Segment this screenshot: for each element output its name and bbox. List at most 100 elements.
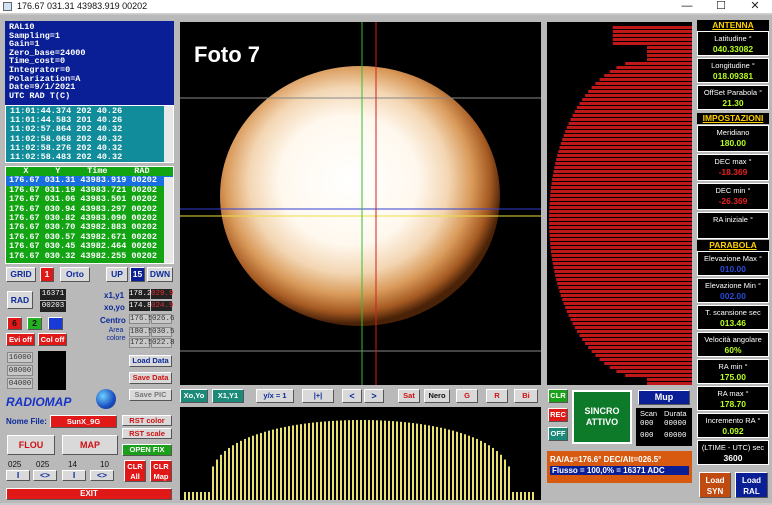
mup-button[interactable]: Mup bbox=[638, 390, 690, 405]
profile-bar bbox=[582, 98, 692, 101]
info-line: UTC RAD T(C) bbox=[9, 90, 71, 101]
profile-bar bbox=[577, 330, 692, 333]
profile-bar bbox=[604, 362, 692, 365]
evi-off-button[interactable]: Evi off bbox=[6, 333, 35, 346]
rst-color-button[interactable]: RST color bbox=[122, 415, 172, 426]
elev-max-box[interactable]: Elevazione Max ° 010.00 bbox=[697, 251, 769, 276]
next-button[interactable]: > bbox=[364, 389, 384, 403]
profile-bar bbox=[599, 358, 692, 361]
latitude-box[interactable]: Latitudine ° 040.33082 bbox=[697, 31, 769, 56]
table-scrollbar[interactable] bbox=[164, 177, 173, 263]
load-data-button[interactable]: Load Data bbox=[129, 355, 172, 367]
ra-min-box[interactable]: RA min ° 175.00 bbox=[697, 359, 769, 384]
map-button[interactable]: MAP bbox=[62, 435, 118, 455]
grid-button[interactable]: GRID bbox=[6, 267, 36, 282]
profile-bar bbox=[554, 270, 692, 273]
arrows-button[interactable]: <> bbox=[33, 470, 57, 481]
dec-min-box[interactable]: DEC min ° -26.369 bbox=[697, 183, 769, 210]
meridiano-box[interactable]: Meridiano 180.00 bbox=[697, 125, 769, 152]
up-value[interactable]: 15 bbox=[130, 267, 145, 282]
x1y1-b: 029.9 bbox=[151, 289, 174, 299]
sat-button[interactable]: Sat bbox=[398, 389, 420, 403]
profile-bar bbox=[552, 174, 692, 177]
up-button[interactable]: UP bbox=[106, 267, 128, 282]
position-readout: RA/Az=176.6° DEC/Alt=026.5° bbox=[550, 455, 662, 464]
down-button[interactable]: DWN bbox=[147, 267, 173, 282]
log-list[interactable]: 11:01:44.374 202 40.26 11:01:44.583 201 … bbox=[5, 105, 174, 163]
g-button[interactable]: G bbox=[456, 389, 478, 403]
rad-button[interactable]: RAD bbox=[7, 291, 33, 309]
save-data-button[interactable]: Save Data bbox=[129, 372, 172, 384]
profile-bar bbox=[252, 435, 254, 500]
elev-min-box[interactable]: Elevazione Min ° 002.00 bbox=[697, 278, 769, 303]
i-button[interactable]: I bbox=[6, 470, 30, 481]
profile-bar bbox=[560, 294, 692, 297]
elev-min-value: 002.00 bbox=[720, 291, 746, 301]
info-panel: RAL10 Sampling=1 Gain=1 Zero_base=24000 … bbox=[5, 21, 174, 105]
profile-bar bbox=[549, 198, 692, 201]
clr-map-button[interactable]: CLR Map bbox=[150, 460, 172, 482]
profile-bar bbox=[324, 421, 326, 500]
rad-value-1: 16371 bbox=[40, 289, 66, 300]
close-button[interactable]: ✕ bbox=[738, 0, 772, 14]
file-name-label: Nome File: bbox=[6, 417, 47, 426]
log-scrollbar[interactable] bbox=[164, 106, 173, 162]
profile-bar bbox=[396, 421, 398, 500]
orto-button[interactable]: Orto bbox=[60, 267, 90, 282]
off-button[interactable]: OFF bbox=[548, 427, 568, 441]
color-6-box[interactable]: 6 bbox=[7, 317, 22, 330]
profile-bar bbox=[551, 254, 692, 257]
minimize-button[interactable]: — bbox=[670, 0, 704, 14]
velocity-box[interactable]: Velocità angolare 60% bbox=[697, 332, 769, 357]
ra-max-box[interactable]: RA max ° 178.70 bbox=[697, 386, 769, 411]
profile-bar bbox=[236, 442, 238, 500]
ltime-box[interactable]: (LTIME - UTC) sec 3600 bbox=[697, 440, 769, 465]
i-button[interactable]: I bbox=[62, 470, 86, 481]
load-ral-button[interactable]: Load RAL bbox=[735, 472, 768, 498]
nero-button[interactable]: Nero bbox=[424, 389, 450, 403]
longitude-box[interactable]: Longitudine ° 018.09381 bbox=[697, 58, 769, 83]
col-off-button[interactable]: Col off bbox=[38, 333, 67, 346]
radio-map-image[interactable]: Foto 7 bbox=[180, 22, 541, 385]
ra-iniziale-box[interactable]: RA iniziale ° bbox=[697, 212, 769, 239]
profile-bar bbox=[472, 437, 474, 500]
bi-button[interactable]: Bi bbox=[514, 389, 538, 403]
meridiano-value: 180.00 bbox=[720, 138, 746, 148]
incremento-box[interactable]: Incremento RA ° 0.092 bbox=[697, 413, 769, 438]
grid-value[interactable]: 1 bbox=[40, 267, 54, 282]
profile-bar bbox=[625, 62, 692, 65]
profile-bar bbox=[609, 366, 692, 369]
rec-button[interactable]: REC bbox=[548, 408, 568, 422]
x1-y1-button[interactable]: X1,Y1 bbox=[212, 389, 244, 403]
data-table[interactable]: X Y Time RAD 176.67 031.31 43983.919 002… bbox=[5, 166, 174, 264]
maximize-button[interactable]: ☐ bbox=[704, 0, 738, 14]
clr-all-button[interactable]: CLR All bbox=[124, 460, 146, 482]
r-button[interactable]: R bbox=[486, 389, 508, 403]
profile-bar bbox=[376, 420, 378, 500]
ratio-button[interactable]: y/x = 1 bbox=[256, 389, 294, 403]
color-2-box[interactable]: 2 bbox=[27, 317, 42, 330]
sincro-status[interactable]: SINCRO ATTIVO bbox=[572, 390, 632, 444]
load-syn-button[interactable]: Load SYN bbox=[699, 472, 731, 498]
profile-bar bbox=[550, 190, 692, 193]
xo-yo-button[interactable]: Xo,Yo bbox=[180, 389, 208, 403]
rst-scale-button[interactable]: RST scale bbox=[122, 428, 172, 439]
color-blue-box[interactable] bbox=[48, 317, 63, 330]
t-scan-box[interactable]: T. scansione sec 013.46 bbox=[697, 305, 769, 330]
dec-max-box[interactable]: DEC max ° -18.369 bbox=[697, 154, 769, 181]
fit-button[interactable]: |+| bbox=[302, 389, 334, 403]
profile-bar bbox=[228, 447, 230, 500]
offset-box[interactable]: OffSet Parabola ° 21.30 bbox=[697, 85, 769, 110]
profile-bar bbox=[562, 138, 692, 141]
profile-bar bbox=[577, 106, 692, 109]
table-row[interactable]: 176.67 030.32 43982.255 00202 bbox=[6, 251, 173, 261]
clr-button[interactable]: CLR bbox=[548, 389, 568, 403]
prev-button[interactable]: < bbox=[342, 389, 362, 403]
flou-button[interactable]: FLOU bbox=[7, 435, 55, 455]
arrows-button[interactable]: <> bbox=[90, 470, 114, 481]
open-fix-button[interactable]: OPEN FIX bbox=[122, 444, 172, 456]
profile-bar bbox=[436, 426, 438, 500]
exit-button[interactable]: EXIT bbox=[6, 488, 172, 500]
file-name-field[interactable]: SunX_9G bbox=[50, 415, 117, 428]
save-pic-button[interactable]: Save PIC bbox=[129, 389, 172, 401]
